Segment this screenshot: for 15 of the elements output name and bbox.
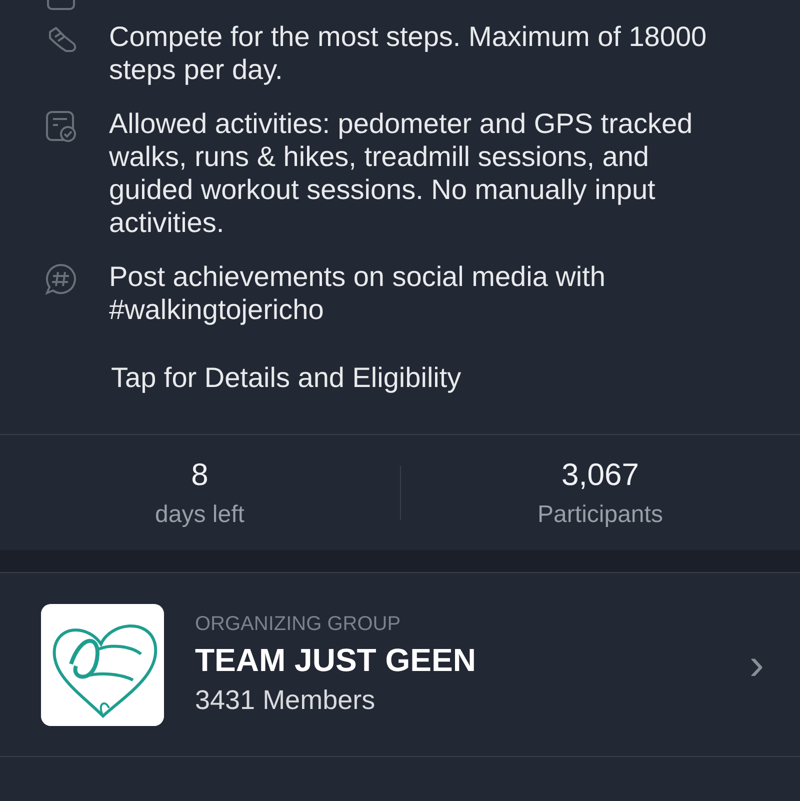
member-count: 3431 Members: [195, 685, 376, 716]
group-caption: ORGANIZING GROUP: [195, 613, 402, 636]
stat-value: 8: [191, 456, 208, 492]
hashtag-bubble-icon: [44, 262, 79, 297]
details-link[interactable]: Tap for Details and Eligibility: [111, 362, 462, 394]
stat-label: days left: [155, 500, 244, 528]
rule-text: Allowed activities: pedometer and GPS tracked walks, runs & hikes, treadmill sessions, and guided workout sessions. No manually input activities.: [109, 107, 694, 239]
group-name: TEAM JUST GEEN: [195, 642, 477, 679]
group-row[interactable]: ORGANIZING GROUP TEAM JUST GEEN 3431 Members ›: [0, 573, 800, 757]
stat-label: Participants: [538, 500, 663, 528]
rule-text: Post achievements on social media with #walkingtojericho: [109, 260, 606, 326]
checklist-icon: [44, 109, 79, 144]
rule-text: Compete for the most steps. Maximum of 18000 steps per day.: [109, 20, 708, 86]
chevron-icon: ›: [749, 642, 764, 686]
stat-value: 3,067: [561, 456, 640, 492]
